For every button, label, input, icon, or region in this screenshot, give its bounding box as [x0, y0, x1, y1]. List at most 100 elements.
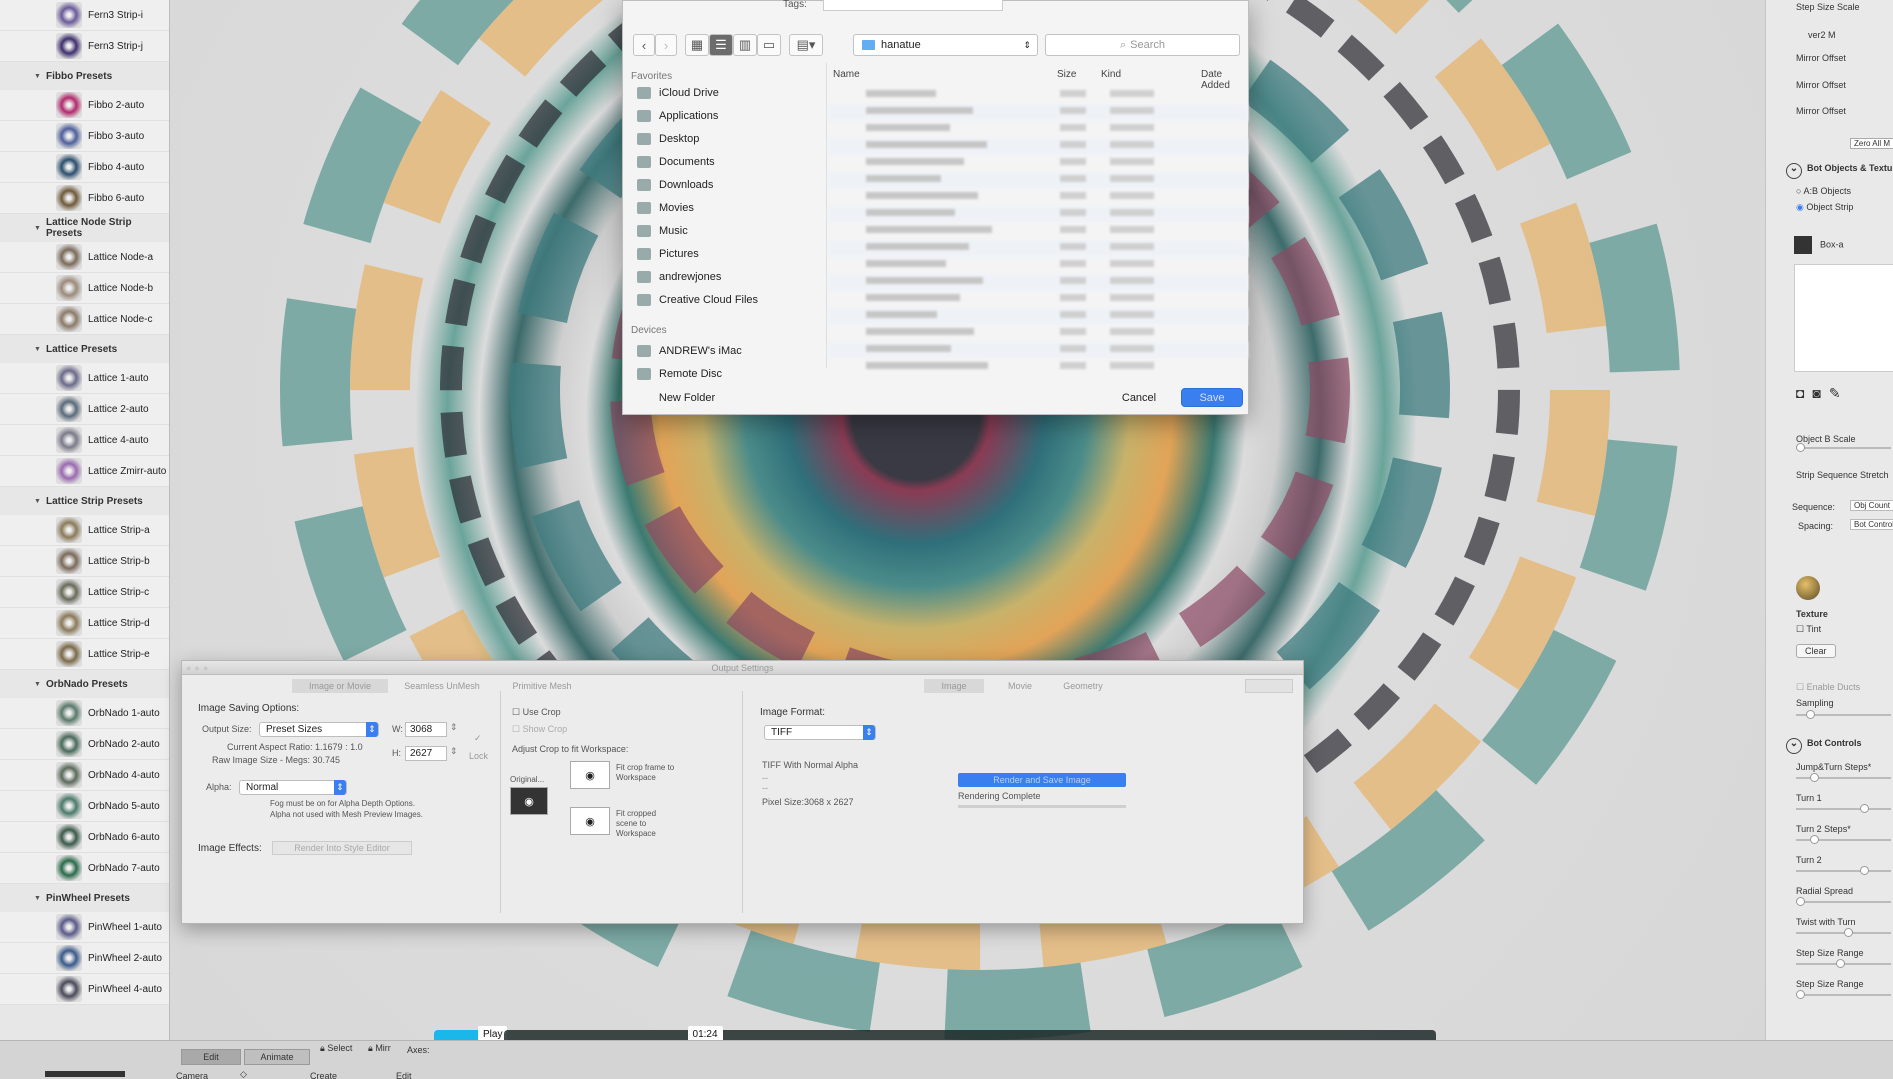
preset-item[interactable]: Fern3 Strip-j	[0, 31, 169, 62]
edit-label[interactable]: Edit	[396, 1071, 412, 1079]
bot-control-slider[interactable]	[1796, 928, 1891, 937]
device-item[interactable]: ANDREW's iMac	[637, 345, 742, 357]
sampling-slider[interactable]	[1796, 710, 1891, 719]
output-size-select[interactable]: Preset Sizes	[259, 722, 379, 737]
arrange-button[interactable]: ▤▾	[789, 34, 823, 56]
preset-item[interactable]: PinWheel 4-auto	[0, 974, 169, 1005]
file-row[interactable]	[828, 155, 1248, 172]
object-b-scale-slider[interactable]	[1796, 443, 1891, 452]
mirror-lock[interactable]: 🔒︎ Mirr	[368, 1043, 391, 1054]
preset-item[interactable]: OrbNado 2-auto	[0, 729, 169, 760]
preset-item[interactable]: PinWheel 2-auto	[0, 943, 169, 974]
texture-sphere-icon[interactable]	[1796, 576, 1820, 600]
file-row[interactable]	[828, 257, 1248, 274]
preset-item[interactable]: Lattice Node-c	[0, 304, 169, 335]
height-field[interactable]: 2627	[405, 746, 447, 761]
preset-item[interactable]: Fibbo 2-auto	[0, 90, 169, 121]
tint-checkbox[interactable]: ☐ Tint	[1796, 624, 1821, 635]
preset-item[interactable]: OrbNado 5-auto	[0, 791, 169, 822]
traffic-light-icons[interactable]: ●●●	[186, 661, 211, 675]
sidebar-item[interactable]: iCloud Drive	[637, 87, 719, 99]
bot-control-slider[interactable]	[1796, 866, 1891, 875]
file-row[interactable]	[828, 172, 1248, 189]
preset-group-header[interactable]: PinWheel Presets	[0, 884, 169, 912]
preset-item[interactable]: OrbNado 1-auto	[0, 698, 169, 729]
location-select[interactable]: hanatue ⇕	[853, 34, 1038, 56]
show-crop-checkbox[interactable]: ☐ Show Crop	[512, 724, 567, 735]
width-field[interactable]: 3068	[405, 722, 447, 737]
use-crop-checkbox[interactable]: ☐ Use Crop	[512, 707, 561, 718]
enable-ducts-checkbox[interactable]: ☐ Enable Ducts	[1796, 682, 1860, 693]
height-stepper[interactable]: ⇕	[450, 746, 458, 757]
window-button[interactable]	[1245, 679, 1293, 693]
sidebar-item[interactable]: Documents	[637, 156, 715, 168]
preset-item[interactable]: PinWheel 1-auto	[0, 912, 169, 943]
tab-primitive-mesh[interactable]: Primitive Mesh	[494, 679, 590, 693]
preset-item[interactable]: Fibbo 3-auto	[0, 121, 169, 152]
sequence-select[interactable]: Obj Count	[1850, 500, 1893, 511]
cancel-button[interactable]: Cancel	[1109, 388, 1169, 407]
camera-icon[interactable]: ◇	[240, 1069, 247, 1079]
coverflow-view-button[interactable]: ▭	[757, 34, 781, 56]
file-row[interactable]	[828, 104, 1248, 121]
file-row[interactable]	[828, 240, 1248, 257]
file-row[interactable]	[828, 223, 1248, 240]
preset-item[interactable]: OrbNado 7-auto	[0, 853, 169, 884]
tab-image[interactable]: Image	[924, 679, 984, 693]
sidebar-item[interactable]: Music	[637, 225, 688, 237]
bot-control-slider[interactable]	[1796, 897, 1891, 906]
preset-item[interactable]: Lattice Node-b	[0, 273, 169, 304]
bot-control-slider[interactable]	[1796, 835, 1891, 844]
tab-geometry[interactable]: Geometry	[1048, 679, 1118, 693]
animate-tab[interactable]: Animate	[244, 1049, 310, 1065]
object-select[interactable]: Box-a	[1794, 236, 1844, 254]
preset-item[interactable]: Lattice Node-a	[0, 242, 169, 273]
bot-control-slider[interactable]	[1796, 804, 1891, 813]
presets-sidebar[interactable]: Fern3 Strip-i Fern3 Strip-j Fibbo Presets F…	[0, 0, 170, 1040]
preset-item[interactable]: OrbNado 4-auto	[0, 760, 169, 791]
bot-objects-section-header[interactable]: Bot Objects & Texture	[1786, 163, 1893, 179]
alpha-select[interactable]: Normal	[239, 780, 347, 795]
clear-texture-button[interactable]: Clear	[1796, 644, 1836, 658]
file-row[interactable]	[828, 325, 1248, 342]
object-tool-icons[interactable]: ◘◙✎	[1796, 385, 1849, 402]
ab-objects-radio[interactable]: ○ A:B Objects	[1796, 186, 1851, 196]
file-row[interactable]	[828, 342, 1248, 359]
file-row[interactable]	[828, 206, 1248, 223]
preset-item[interactable]: Fibbo 6-auto	[0, 183, 169, 214]
preset-item[interactable]: Lattice Strip-b	[0, 546, 169, 577]
render-into-style-editor-button[interactable]: Render Into Style Editor	[272, 841, 412, 855]
preset-item[interactable]: OrbNado 6-auto	[0, 822, 169, 853]
preset-item[interactable]: Fibbo 4-auto	[0, 152, 169, 183]
sidebar-item[interactable]: Creative Cloud Files	[637, 294, 758, 306]
preset-group-header[interactable]: Lattice Node Strip Presets	[0, 214, 169, 242]
file-row[interactable]	[828, 359, 1248, 376]
ver2-checkbox-label[interactable]: ver2 M	[1808, 30, 1836, 40]
preset-item[interactable]: Lattice Strip-d	[0, 608, 169, 639]
save-button[interactable]: Save	[1181, 388, 1243, 407]
search-input[interactable]: ⌕ Search	[1045, 34, 1240, 56]
tab-movie[interactable]: Movie	[990, 679, 1050, 693]
width-stepper[interactable]: ⇕	[450, 722, 458, 733]
camera-label[interactable]: Camera	[176, 1071, 208, 1079]
column-kind[interactable]: Kind	[1101, 69, 1121, 80]
spacing-select[interactable]: Bot Control	[1850, 519, 1893, 530]
create-label[interactable]: Create	[310, 1071, 337, 1079]
tab-image-or-movie[interactable]: Image or Movie	[292, 679, 388, 693]
object-strip-radio[interactable]: ◉ Object Strip	[1796, 202, 1853, 213]
image-format-select[interactable]: TIFF	[764, 725, 876, 740]
preset-group-header[interactable]: Lattice Presets	[0, 335, 169, 363]
select-lock[interactable]: 🔒︎ Select	[320, 1043, 352, 1054]
new-folder-button[interactable]: New Folder	[651, 388, 723, 407]
sidebar-item[interactable]: Downloads	[637, 179, 713, 191]
preset-item[interactable]: Lattice 2-auto	[0, 394, 169, 425]
bot-control-slider[interactable]	[1796, 773, 1891, 782]
icon-view-button[interactable]: ▦	[685, 34, 709, 56]
file-row[interactable]	[828, 308, 1248, 325]
tags-field[interactable]	[823, 0, 1003, 11]
file-row[interactable]	[828, 138, 1248, 155]
preset-item[interactable]: Fern3 Strip-i	[0, 0, 169, 31]
back-button[interactable]: ‹	[633, 34, 655, 56]
sidebar-item[interactable]: Pictures	[637, 248, 699, 260]
column-size[interactable]: Size	[1057, 69, 1076, 80]
